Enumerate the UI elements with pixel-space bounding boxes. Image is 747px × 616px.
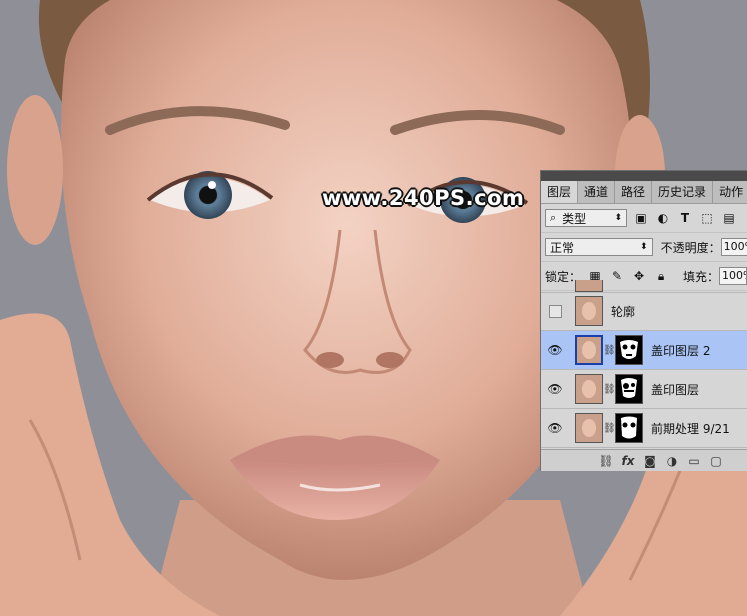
layers-list: 轮廓 👁︎ ⛓ 盖印图层 2 👁︎ ⛓ 盖印图层 👁︎ ⛓ 前期处理 9/21 (541, 292, 747, 448)
link-chain-icon[interactable]: ⛓ (603, 345, 616, 356)
layer-mask-thumbnail[interactable] (615, 374, 643, 404)
visibility-toggle[interactable]: 👁︎ (541, 343, 569, 357)
visibility-toggle[interactable]: 👁︎ (541, 382, 569, 396)
hidden-box-icon (548, 304, 562, 318)
filter-smart-object-icon[interactable]: ▤ (721, 210, 737, 226)
link-chain-icon[interactable]: ⛓ (603, 384, 616, 395)
face-thumbnail-icon (582, 380, 596, 398)
chevron-down-icon: ⬍ (640, 242, 648, 252)
fx-icon[interactable]: fx (617, 453, 639, 469)
layers-panel: 图层 通道 路径 历史记录 动作 ⌕ 类型 ⬍ ▣ ◐ T ⬚ ▤ 正常 ⬍ 不… (540, 170, 747, 471)
chevron-down-icon: ⬍ (614, 213, 622, 223)
tab-history[interactable]: 历史记录 (652, 181, 714, 203)
filter-row: ⌕ 类型 ⬍ ▣ ◐ T ⬚ ▤ (541, 204, 747, 233)
layer-thumbnail (575, 335, 603, 365)
blend-mode-value: 正常 (550, 240, 575, 255)
panel-tabs: 图层 通道 路径 历史记录 动作 (541, 181, 747, 204)
face-thumbnail-icon (582, 302, 596, 320)
eye-icon: 👁︎ (547, 382, 563, 396)
watermark-text: www.240PS.com (322, 186, 525, 210)
tab-layers[interactable]: 图层 (541, 181, 579, 203)
layer-name: 盖印图层 2 (651, 343, 711, 358)
layer-row-stamp[interactable]: 👁︎ ⛓ 盖印图层 (541, 370, 747, 409)
face-thumbnail-icon (582, 419, 596, 437)
new-group-icon[interactable]: ▭ (683, 453, 705, 469)
add-mask-icon[interactable]: ◙ (639, 453, 661, 469)
layer-thumbnail (575, 413, 603, 443)
visibility-toggle[interactable]: 👁︎ (541, 421, 569, 435)
new-layer-icon[interactable]: ▢ (705, 453, 727, 469)
eye-icon: 👁︎ (547, 343, 563, 357)
opacity-label: 不透明度： (660, 240, 721, 255)
filter-adjustment-icon[interactable]: ◐ (655, 210, 671, 226)
opacity-field[interactable]: 100% (720, 238, 747, 256)
layer-mask-thumbnail[interactable] (615, 413, 643, 443)
layer-name: 轮廓 (611, 304, 636, 319)
eye-icon: 👁︎ (547, 421, 563, 435)
tab-actions[interactable]: 动作 (713, 181, 747, 203)
filter-shape-icon[interactable]: ⬚ (699, 210, 715, 226)
tab-channels[interactable]: 通道 (578, 181, 616, 203)
layer-name: 盖印图层 (651, 382, 700, 397)
blend-row: 正常 ⬍ 不透明度： 100% (541, 233, 747, 262)
link-layers-icon[interactable]: ⛓ (595, 453, 617, 469)
layer-row-preprocess[interactable]: 👁︎ ⛓ 前期处理 9/21 (541, 409, 747, 448)
blend-mode-select[interactable]: 正常 ⬍ (545, 238, 653, 256)
layer-thumbnail (575, 280, 603, 292)
face-thumbnail-icon (582, 341, 596, 359)
layer-filter-select[interactable]: ⌕ 类型 ⬍ (545, 209, 627, 227)
link-chain-icon[interactable]: ⛓ (603, 423, 616, 434)
layer-row-stamp-2[interactable]: 👁︎ ⛓ 盖印图层 2 (541, 331, 747, 370)
layer-row-contour[interactable]: 轮廓 (541, 292, 747, 331)
panel-footer: ⛓ fx ◙ ◑ ▭ ▢ (541, 449, 747, 471)
filter-pixel-icon[interactable]: ▣ (633, 210, 649, 226)
visibility-toggle[interactable] (541, 304, 569, 318)
filter-type-icon[interactable]: T (677, 210, 693, 226)
layer-name: 前期处理 9/21 (651, 421, 730, 436)
search-icon: ⌕ (550, 211, 557, 224)
layer-mask-thumbnail[interactable] (615, 335, 643, 365)
filter-label: 类型 (562, 211, 587, 226)
panel-title-bar[interactable] (541, 171, 747, 181)
tab-paths[interactable]: 路径 (615, 181, 653, 203)
layer-thumbnail (575, 374, 603, 404)
adjustment-layer-icon[interactable]: ◑ (661, 453, 683, 469)
layer-thumbnail (575, 296, 603, 326)
